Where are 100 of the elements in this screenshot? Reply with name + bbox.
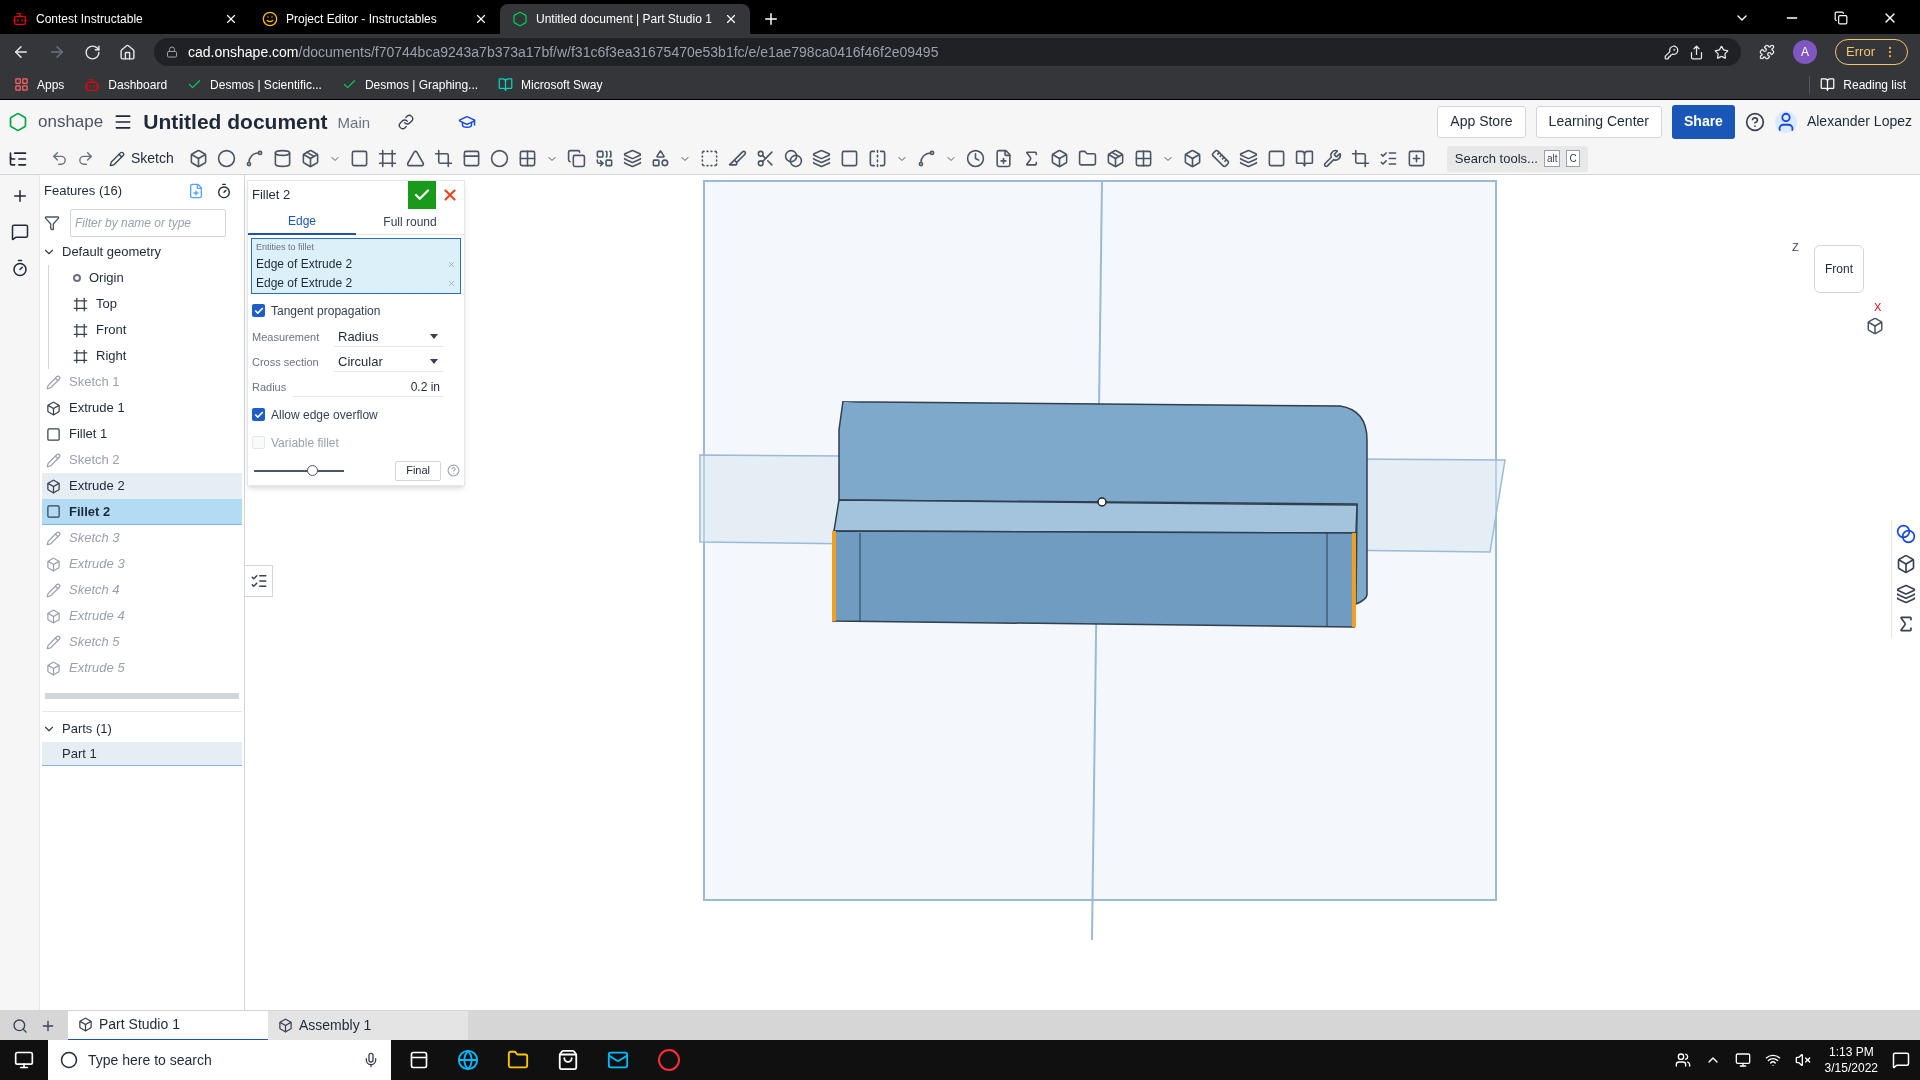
feature-item[interactable]: Fillet 1 [42, 421, 242, 447]
taskbar-search[interactable]: Type here to search [48, 1040, 391, 1080]
bag-icon[interactable] [557, 1049, 579, 1071]
browser-tab[interactable]: Untitled document | Part Studio 1 [500, 4, 750, 34]
bookmark[interactable]: Apps [14, 75, 65, 94]
dropdown[interactable]: Radius [334, 326, 444, 348]
close-icon[interactable] [474, 12, 488, 26]
blend-icon[interactable] [1896, 524, 1916, 544]
frame-icon[interactable] [377, 149, 397, 168]
slice-icon[interactable] [727, 149, 747, 168]
key-icon[interactable] [1664, 44, 1680, 60]
feature-item[interactable]: Extrude 1 [42, 395, 242, 421]
copy-icon[interactable] [566, 149, 586, 168]
flip-icon[interactable] [867, 149, 887, 168]
header-button[interactable]: Learning Center [1535, 105, 1662, 138]
parts-header[interactable]: Parts (1) [42, 716, 242, 742]
search-icon[interactable] [12, 1017, 28, 1034]
layers-icon[interactable] [811, 149, 831, 168]
tree-group[interactable]: Default geometry [42, 239, 242, 265]
extensions-icon[interactable] [1759, 44, 1776, 60]
package-icon[interactable] [300, 149, 320, 168]
bookmark[interactable]: Desmos | Graphing... [341, 75, 479, 94]
radius-input[interactable]: 0.2 in [292, 378, 444, 397]
dialog-tab[interactable]: Edge [248, 209, 356, 235]
book-icon[interactable] [1294, 149, 1314, 168]
circle-icon[interactable] [216, 149, 236, 168]
globe-icon[interactable] [457, 1049, 479, 1071]
home-icon[interactable] [119, 43, 136, 61]
accept-button[interactable] [408, 181, 436, 209]
star-icon[interactable] [1714, 44, 1730, 60]
close-icon[interactable] [724, 12, 738, 26]
redo-icon[interactable] [77, 150, 94, 167]
cube-icon[interactable] [1896, 554, 1916, 574]
combine-icon[interactable] [594, 149, 614, 168]
layers-icon[interactable] [622, 149, 642, 168]
profile-avatar[interactable]: A [1793, 40, 1818, 64]
checkbox[interactable] [252, 408, 265, 421]
clock-icon[interactable] [965, 149, 985, 168]
cylinder-icon[interactable] [272, 149, 292, 168]
checklist-icon[interactable] [1378, 149, 1398, 168]
cube-icon[interactable] [188, 149, 208, 168]
triangle-icon[interactable] [405, 149, 425, 168]
dropdown[interactable]: Circular [334, 351, 444, 373]
share-icon[interactable] [1689, 44, 1705, 60]
crop-icon[interactable] [1350, 149, 1370, 168]
feature-item[interactable]: Front [49, 317, 242, 343]
final-button[interactable]: Final [395, 460, 441, 481]
filter-input[interactable]: Filter by name or type [70, 209, 226, 237]
slider-thumb[interactable] [307, 464, 319, 476]
undo-icon[interactable] [51, 150, 68, 167]
grid-icon[interactable] [517, 149, 537, 168]
blend-icon[interactable] [783, 149, 803, 168]
link-icon[interactable] [398, 113, 415, 130]
square-icon[interactable] [349, 149, 369, 168]
curve-icon[interactable] [916, 149, 936, 168]
restore-icon[interactable] [1834, 11, 1848, 25]
package-icon[interactable] [1105, 149, 1125, 168]
feature-item[interactable]: Fillet 2 [42, 499, 242, 525]
browser-tab[interactable]: Project Editor - Instructables [250, 4, 500, 34]
bookmark[interactable]: Dashboard [84, 75, 168, 94]
cube-icon[interactable] [1182, 149, 1202, 168]
checkbox[interactable] [252, 304, 265, 317]
people-icon[interactable] [1674, 1052, 1691, 1068]
feature-item[interactable]: Extrude 2 [42, 473, 242, 499]
layers-icon[interactable] [1896, 584, 1916, 604]
cube-icon[interactable] [1049, 149, 1069, 168]
address-bar[interactable]: cad.onshape.com/documents/f70744bca9243a7b373a17bf/w/f31c6f3ea31675470e53b1fc/e/e1ae798ca0416f46f2e09495 [154, 38, 1742, 66]
square-icon[interactable] [839, 149, 859, 168]
new-tab-icon[interactable] [762, 10, 780, 28]
reload-icon[interactable] [84, 43, 101, 61]
search-tools-field[interactable]: Search tools... alt C [1446, 145, 1588, 172]
scrollbar[interactable] [45, 693, 239, 699]
curve-icon[interactable] [244, 149, 264, 168]
mute-icon[interactable] [1794, 1052, 1811, 1068]
crop-icon[interactable] [433, 149, 453, 168]
cube-icon[interactable] [1866, 317, 1884, 335]
circle-icon[interactable] [489, 149, 509, 168]
wifi-icon[interactable] [1764, 1052, 1781, 1068]
feature-item[interactable]: Top [49, 291, 242, 317]
grid-icon[interactable] [1133, 149, 1153, 168]
file-plus-icon[interactable] [993, 149, 1013, 168]
notification-icon[interactable] [1892, 1051, 1910, 1069]
close-icon[interactable] [224, 12, 238, 26]
shapes-icon[interactable] [650, 149, 670, 168]
feature-item[interactable]: Origin [49, 265, 242, 291]
dialog-tab[interactable]: Full round [356, 209, 464, 235]
task-view-icon[interactable] [409, 1050, 429, 1070]
bookmark[interactable]: Desmos | Scientific... [187, 75, 322, 94]
document-title[interactable]: Untitled document [143, 105, 328, 138]
folder-icon[interactable] [1077, 149, 1097, 168]
help-icon[interactable] [1744, 111, 1765, 132]
feature-item[interactable]: Right [49, 343, 242, 369]
forward-icon[interactable] [48, 43, 66, 61]
panel-icon[interactable] [461, 149, 481, 168]
mail-icon[interactable] [607, 1049, 629, 1071]
sketch-button[interactable]: Sketch [103, 148, 180, 169]
wrench-icon[interactable] [1322, 149, 1342, 168]
monitor-icon[interactable] [1734, 1052, 1751, 1068]
browser-tab[interactable]: Contest Instructable [0, 4, 250, 34]
share-button[interactable]: Share [1672, 104, 1735, 139]
